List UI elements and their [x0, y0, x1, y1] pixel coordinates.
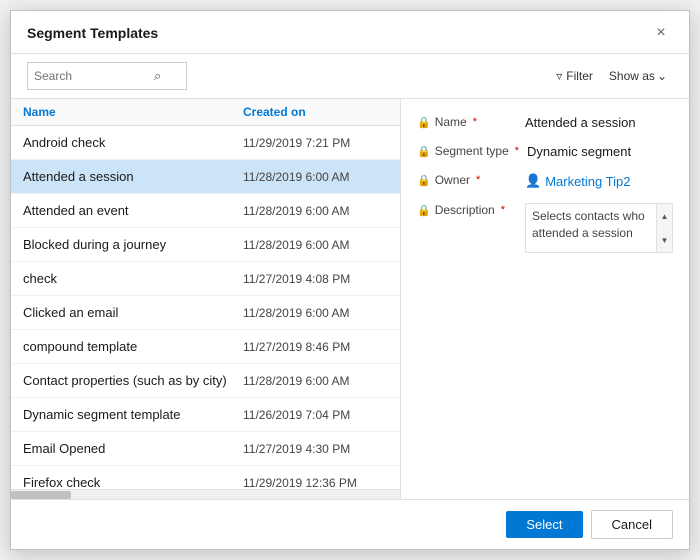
list-item-date: 11/27/2019 4:08 PM — [243, 272, 388, 286]
cancel-button[interactable]: Cancel — [591, 510, 673, 539]
detail-value-name: Attended a session — [525, 115, 673, 130]
search-input[interactable] — [34, 69, 154, 83]
list-item-date: 11/28/2019 6:00 AM — [243, 238, 388, 252]
list-item-date: 11/27/2019 4:30 PM — [243, 442, 388, 456]
list-item[interactable]: Attended an event11/28/2019 6:00 AM — [11, 194, 400, 228]
lock-icon-owner: 🔒 — [417, 174, 431, 187]
required-star-description: * — [501, 204, 505, 216]
list-item-name: Attended an event — [23, 203, 243, 218]
detail-label-col-segment-type: 🔒 Segment type * — [417, 144, 519, 158]
detail-panel: 🔒 Name * Attended a session 🔒 Segment ty… — [401, 99, 689, 499]
person-icon: 👤 — [525, 173, 541, 189]
lock-icon-name: 🔒 — [417, 116, 431, 129]
list-header: Name Created on — [11, 99, 400, 126]
required-star-segment-type: * — [515, 145, 519, 157]
list-item[interactable]: Clicked an email11/28/2019 6:00 AM — [11, 296, 400, 330]
detail-label-name: Name — [435, 115, 467, 129]
lock-icon-description: 🔒 — [417, 204, 431, 217]
lock-icon-segment-type: 🔒 — [417, 145, 431, 158]
list-item[interactable]: Email Opened11/27/2019 4:30 PM — [11, 432, 400, 466]
detail-value-owner-container: 👤 Marketing Tip2 — [525, 173, 630, 189]
list-item[interactable]: compound template11/27/2019 8:46 PM — [11, 330, 400, 364]
list-item-name: Dynamic segment template — [23, 407, 243, 422]
list-item-date: 11/27/2019 8:46 PM — [243, 340, 388, 354]
list-item-date: 11/29/2019 12:36 PM — [243, 476, 388, 490]
list-item-name: Blocked during a journey — [23, 237, 243, 252]
detail-value-owner[interactable]: Marketing Tip2 — [545, 174, 630, 189]
filter-button[interactable]: ▿ Filter — [550, 67, 599, 85]
list-item[interactable]: Android check11/29/2019 7:21 PM — [11, 126, 400, 160]
description-field: Selects contacts who attended a session … — [525, 203, 673, 253]
detail-row-owner: 🔒 Owner * 👤 Marketing Tip2 — [417, 173, 673, 189]
description-scroll-down[interactable]: ▼ — [657, 228, 672, 252]
list-body[interactable]: Android check11/29/2019 7:21 PMAttended … — [11, 126, 400, 489]
description-scroll-up[interactable]: ▲ — [657, 204, 672, 228]
list-item-name: Contact properties (such as by city) — [23, 373, 243, 388]
list-item-date: 11/29/2019 7:21 PM — [243, 136, 388, 150]
detail-label-description: Description — [435, 203, 495, 217]
show-as-button[interactable]: Show as ⌄ — [603, 67, 673, 85]
description-scrollbar: ▲ ▼ — [656, 204, 672, 252]
list-item-name: Email Opened — [23, 441, 243, 456]
segment-templates-dialog: Segment Templates × ⌕ ▿ Filter Show as ⌄… — [10, 10, 690, 550]
detail-row-description: 🔒 Description * Selects contacts who att… — [417, 203, 673, 253]
required-star-name: * — [473, 116, 477, 128]
scrollbar-thumb-horizontal — [11, 491, 71, 499]
search-box: ⌕ — [27, 62, 187, 90]
list-item-name: check — [23, 271, 243, 286]
list-item[interactable]: Attended a session11/28/2019 6:00 AM — [11, 160, 400, 194]
list-item-date: 11/26/2019 7:04 PM — [243, 408, 388, 422]
detail-label-segment-type: Segment type — [435, 144, 509, 158]
list-item[interactable]: Firefox check11/29/2019 12:36 PM — [11, 466, 400, 489]
show-as-label: Show as — [609, 69, 655, 83]
list-item-name: compound template — [23, 339, 243, 354]
filter-label: Filter — [566, 69, 593, 83]
list-item-date: 11/28/2019 6:00 AM — [243, 204, 388, 218]
list-item-name: Attended a session — [23, 169, 243, 184]
dialog-title: Segment Templates — [27, 25, 158, 41]
detail-row-name: 🔒 Name * Attended a session — [417, 115, 673, 130]
required-star-owner: * — [476, 174, 480, 186]
search-icon: ⌕ — [154, 68, 161, 84]
detail-label-col-owner: 🔒 Owner * — [417, 173, 517, 187]
select-button[interactable]: Select — [506, 511, 582, 538]
dialog-footer: Select Cancel — [11, 499, 689, 549]
col-name-header[interactable]: Name — [23, 105, 243, 119]
detail-row-segment-type: 🔒 Segment type * Dynamic segment — [417, 144, 673, 159]
list-item-date: 11/28/2019 6:00 AM — [243, 374, 388, 388]
description-text: Selects contacts who attended a session — [526, 204, 672, 246]
col-date-header[interactable]: Created on — [243, 105, 388, 119]
list-item[interactable]: Dynamic segment template11/26/2019 7:04 … — [11, 398, 400, 432]
detail-value-segment-type: Dynamic segment — [527, 144, 673, 159]
list-item[interactable]: Contact properties (such as by city)11/2… — [11, 364, 400, 398]
toolbar: ⌕ ▿ Filter Show as ⌄ — [11, 54, 689, 99]
list-item-name: Clicked an email — [23, 305, 243, 320]
list-panel: Name Created on Android check11/29/2019 … — [11, 99, 401, 499]
main-content: Name Created on Android check11/29/2019 … — [11, 99, 689, 499]
toolbar-right: ▿ Filter Show as ⌄ — [550, 67, 673, 85]
detail-label-col-name: 🔒 Name * — [417, 115, 517, 129]
horizontal-scrollbar[interactable] — [11, 489, 400, 499]
detail-label-owner: Owner — [435, 173, 470, 187]
list-item-name: Android check — [23, 135, 243, 150]
close-button[interactable]: × — [649, 21, 673, 45]
detail-label-col-description: 🔒 Description * — [417, 203, 517, 217]
list-item-date: 11/28/2019 6:00 AM — [243, 306, 388, 320]
list-item-date: 11/28/2019 6:00 AM — [243, 170, 388, 184]
filter-icon: ▿ — [556, 69, 562, 83]
chevron-down-icon: ⌄ — [657, 69, 667, 83]
list-item[interactable]: Blocked during a journey11/28/2019 6:00 … — [11, 228, 400, 262]
list-item[interactable]: check11/27/2019 4:08 PM — [11, 262, 400, 296]
list-item-name: Firefox check — [23, 475, 243, 489]
dialog-title-bar: Segment Templates × — [11, 11, 689, 54]
